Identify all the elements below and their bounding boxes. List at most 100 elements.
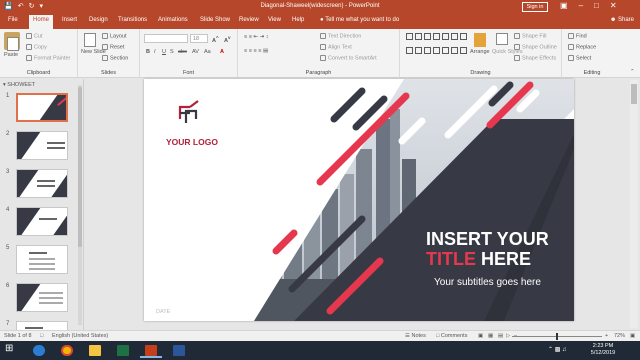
shrink-font-button[interactable]: Av xyxy=(224,35,231,44)
select-button[interactable]: Select xyxy=(568,55,591,61)
shape-item[interactable] xyxy=(451,33,458,40)
shape-item[interactable] xyxy=(442,46,449,54)
shape-item[interactable] xyxy=(424,33,431,40)
format-painter-button[interactable]: Format Painter xyxy=(26,55,70,61)
tab-home[interactable]: Home xyxy=(29,15,54,29)
shape-fill-button[interactable]: Shape Fill xyxy=(514,33,546,39)
quick-styles-icon[interactable] xyxy=(496,33,508,45)
zoom-in-icon[interactable]: + xyxy=(605,333,608,339)
shape-item[interactable] xyxy=(433,46,440,54)
slide-thumbnail-1[interactable] xyxy=(16,93,68,122)
slide-thumbnail-4[interactable] xyxy=(16,207,68,236)
ribbon-display-icon[interactable]: ▣ xyxy=(560,1,568,10)
taskbar-chrome[interactable] xyxy=(56,343,78,358)
shape-item[interactable] xyxy=(415,33,422,40)
collapse-ribbon-icon[interactable]: ⌃ xyxy=(630,69,635,75)
shape-item[interactable] xyxy=(433,33,440,40)
taskbar-powerpoint[interactable] xyxy=(140,343,162,358)
slide-thumbnail-3[interactable] xyxy=(16,169,68,198)
shape-item[interactable] xyxy=(406,33,413,40)
tab-help[interactable]: Help xyxy=(292,17,304,23)
tab-review[interactable]: Review xyxy=(239,17,259,23)
align-buttons[interactable]: ≡ ≡ ≡ ≡ ▤ xyxy=(244,48,268,54)
slide-thumbnail-2[interactable] xyxy=(16,131,68,160)
slide-canvas[interactable]: YOUR LOGO INSERT YOUR TITLE HERE Your su… xyxy=(144,79,574,321)
shadow-button[interactable]: S xyxy=(170,49,174,55)
font-size-combo[interactable]: 18 xyxy=(190,34,208,43)
change-case-button[interactable]: Aa xyxy=(204,49,211,55)
tab-file[interactable]: File xyxy=(8,17,18,23)
find-button[interactable]: Find xyxy=(568,33,587,39)
arrange-icon[interactable] xyxy=(474,33,486,47)
paste-icon[interactable] xyxy=(4,32,20,51)
close-icon[interactable]: ✕ xyxy=(610,1,617,10)
notes-button[interactable]: ☰ Notes xyxy=(405,333,426,339)
shape-item[interactable] xyxy=(451,46,458,54)
reset-button[interactable]: Reset xyxy=(102,44,124,50)
convert-smartart-button[interactable]: Convert to SmartArt xyxy=(320,55,377,61)
shape-item[interactable] xyxy=(460,46,467,54)
cut-button[interactable]: Cut xyxy=(26,33,43,39)
arrange-button[interactable]: Arrange xyxy=(470,49,490,55)
editor-scroll-thumb[interactable] xyxy=(631,84,637,104)
share-button[interactable]: ☻ Share xyxy=(610,17,634,23)
slide-date[interactable]: DATE xyxy=(156,309,170,315)
grow-font-button[interactable]: A^ xyxy=(212,35,219,44)
language-indicator[interactable]: English (United States) xyxy=(52,333,108,339)
slide-subtitle[interactable]: Your subtitles goes here xyxy=(434,277,541,288)
shape-item[interactable] xyxy=(442,33,449,40)
font-name-combo[interactable] xyxy=(144,34,188,43)
shape-item[interactable] xyxy=(424,46,431,54)
slideshow-view-icon[interactable]: ▷ xyxy=(506,333,510,339)
slide-title[interactable]: INSERT YOUR TITLE HERE xyxy=(426,229,574,269)
slide-sorter-icon[interactable]: ▦ xyxy=(488,333,493,339)
tab-transitions[interactable]: Transitions xyxy=(118,17,147,23)
bullets-button[interactable]: ≡ ≡ ⇤ ⇥ ↕ xyxy=(244,34,269,40)
tab-slide-show[interactable]: Slide Show xyxy=(200,17,230,23)
system-tray-icons[interactable]: ⌃ ▩ ♫ xyxy=(548,346,567,353)
shape-item[interactable] xyxy=(460,33,467,40)
tell-me-search[interactable]: ● Tell me what you want to do xyxy=(320,17,399,23)
taskbar-excel[interactable] xyxy=(112,343,134,358)
slide-thumbnail-5[interactable] xyxy=(16,245,68,274)
clock[interactable]: 2:23 PM 5/12/2019 xyxy=(578,343,628,357)
char-spacing-button[interactable]: AV xyxy=(192,49,199,55)
section-button[interactable]: Section xyxy=(102,55,128,61)
italic-button[interactable]: I xyxy=(154,49,156,55)
copy-button[interactable]: Copy xyxy=(26,44,47,50)
fit-slide-icon[interactable]: ▣ xyxy=(630,333,635,339)
tab-insert[interactable]: Insert xyxy=(62,17,77,23)
normal-view-icon[interactable]: ▣ xyxy=(478,333,483,339)
layout-button[interactable]: Layout xyxy=(102,33,127,39)
zoom-level[interactable]: 72% xyxy=(614,333,625,339)
taskbar-word[interactable] xyxy=(168,343,190,358)
align-text-button[interactable]: Align Text xyxy=(320,44,352,50)
logo-text[interactable]: YOUR LOGO xyxy=(166,137,218,147)
tab-animations[interactable]: Animations xyxy=(158,17,188,23)
slide-thumbnail-6[interactable] xyxy=(16,283,68,312)
zoom-slider-knob[interactable] xyxy=(556,333,558,340)
shape-effects-button[interactable]: Shape Effects xyxy=(514,55,556,61)
strikethrough-button[interactable]: abc xyxy=(178,49,187,55)
replace-button[interactable]: Replace xyxy=(568,44,596,50)
section-header[interactable]: ▾ SHOWEET xyxy=(3,82,35,88)
tab-view[interactable]: View xyxy=(268,17,281,23)
minimize-icon[interactable]: – xyxy=(579,1,583,10)
taskbar-explorer[interactable] xyxy=(84,343,106,358)
tab-design[interactable]: Design xyxy=(89,17,108,23)
font-color-button[interactable]: A xyxy=(220,49,224,55)
maximize-icon[interactable]: □ xyxy=(594,1,599,10)
bold-button[interactable]: B xyxy=(146,49,150,55)
underline-button[interactable]: U xyxy=(162,49,166,55)
reading-view-icon[interactable]: ▤ xyxy=(498,333,503,339)
slide-thumbnail-7[interactable] xyxy=(16,321,68,330)
thumbnails-scroll-thumb[interactable] xyxy=(78,87,82,247)
taskbar-ie[interactable] xyxy=(28,343,50,358)
shapes-gallery[interactable] xyxy=(406,33,467,59)
shape-outline-button[interactable]: Shape Outline xyxy=(514,44,557,50)
text-direction-button[interactable]: Text Direction xyxy=(320,33,361,39)
sign-in-button[interactable]: Sign in xyxy=(522,2,548,12)
new-slide-icon[interactable] xyxy=(84,33,96,47)
start-button[interactable]: ⊞ xyxy=(0,343,22,358)
spelling-icon[interactable]: □ xyxy=(40,333,43,339)
